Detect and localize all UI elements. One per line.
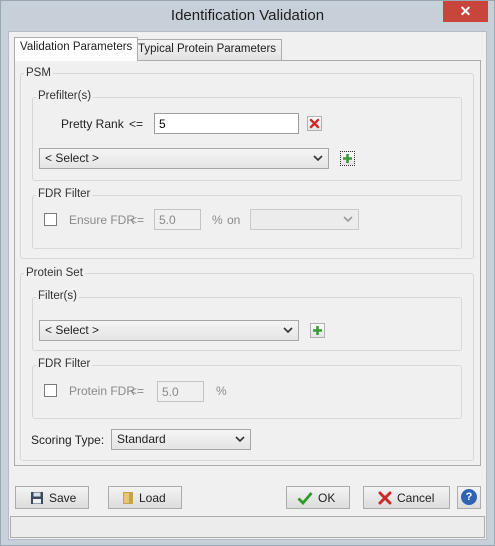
prefilter-select[interactable]: < Select > — [39, 148, 329, 169]
prefilters-group-title: Prefilter(s) — [36, 90, 94, 102]
ok-button-label: OK — [318, 491, 336, 505]
pretty-rank-operator: <= — [129, 117, 144, 131]
protein-fdr-checkbox[interactable] — [44, 384, 57, 397]
chevron-down-icon — [343, 216, 353, 223]
chevron-down-icon — [313, 155, 323, 162]
protein-filters-group-title: Filter(s) — [36, 290, 79, 302]
protein-fdr-filter-title: FDR Filter — [36, 358, 93, 370]
dialog-window: Identification Validation ✕ Validation P… — [0, 0, 495, 546]
ensure-fdr-on-label: on — [227, 213, 241, 227]
close-icon: ✕ — [459, 3, 472, 19]
load-button-label: Load — [139, 491, 166, 505]
floppy-disk-icon — [31, 492, 43, 504]
ensure-fdr-label: Ensure FDR — [69, 213, 136, 227]
ensure-fdr-percent: % — [212, 213, 223, 227]
remove-filter-icon — [309, 118, 320, 129]
pretty-rank-label: Pretty Rank — [61, 117, 124, 131]
load-button[interactable]: Load — [108, 486, 182, 509]
tab-label: Validation Parameters — [20, 41, 133, 53]
prefilter-select-value: < Select > — [45, 151, 100, 165]
help-button[interactable]: ? — [457, 486, 481, 509]
help-icon: ? — [461, 489, 477, 505]
tab-validation-parameters[interactable]: Validation Parameters — [14, 37, 139, 61]
save-button[interactable]: Save — [15, 486, 89, 509]
scoring-type-value: Standard — [117, 432, 166, 446]
cancel-button-label: Cancel — [397, 491, 435, 505]
tab-typical-protein-parameters[interactable]: Typical Protein Parameters — [132, 39, 283, 60]
protein-filter-select-value: < Select > — [45, 323, 100, 337]
scoring-type-label: Scoring Type: — [31, 433, 105, 447]
protein-fdr-label: Protein FDR — [69, 384, 136, 398]
psm-group-title: PSM — [24, 67, 53, 79]
add-protein-filter-button[interactable] — [310, 323, 325, 338]
title-bar: Identification Validation ✕ — [1, 1, 494, 31]
psm-fdr-filter-title: FDR Filter — [36, 188, 93, 200]
status-bar — [10, 516, 485, 538]
window-title: Identification Validation — [170, 7, 325, 24]
ensure-fdr-checkbox[interactable] — [44, 213, 57, 226]
add-prefilter-button[interactable] — [340, 151, 355, 166]
tab-panel-validation: PSM Prefilter(s) Pretty Rank <= < Select… — [14, 60, 481, 466]
dialog-content: Validation Parameters Typical Protein Pa… — [8, 31, 487, 540]
x-icon — [378, 491, 392, 505]
chevron-down-icon — [235, 436, 245, 443]
remove-filter-button[interactable] — [307, 116, 322, 131]
close-button[interactable]: ✕ — [443, 1, 488, 22]
chevron-down-icon — [283, 327, 293, 334]
ensure-fdr-input[interactable] — [154, 209, 201, 230]
checkmark-icon — [297, 492, 313, 505]
protein-set-group-title: Protein Set — [24, 267, 85, 279]
pretty-rank-input[interactable] — [154, 113, 299, 134]
add-filter-icon — [343, 154, 352, 163]
fdr-target-select[interactable] — [250, 209, 359, 230]
save-button-label: Save — [49, 491, 77, 505]
protein-filter-select[interactable]: < Select > — [39, 320, 299, 341]
protein-fdr-input[interactable] — [157, 381, 204, 402]
add-filter-icon — [313, 326, 322, 335]
protein-fdr-percent: % — [216, 384, 227, 398]
protein-fdr-operator: <= — [130, 384, 145, 398]
ensure-fdr-operator: <= — [130, 213, 145, 227]
ok-button[interactable]: OK — [286, 486, 350, 509]
folder-icon — [123, 492, 133, 504]
cancel-button[interactable]: Cancel — [363, 486, 450, 509]
help-icon-glyph: ? — [465, 491, 473, 503]
tab-label: Typical Protein Parameters — [138, 43, 277, 55]
scoring-type-select[interactable]: Standard — [111, 429, 251, 450]
